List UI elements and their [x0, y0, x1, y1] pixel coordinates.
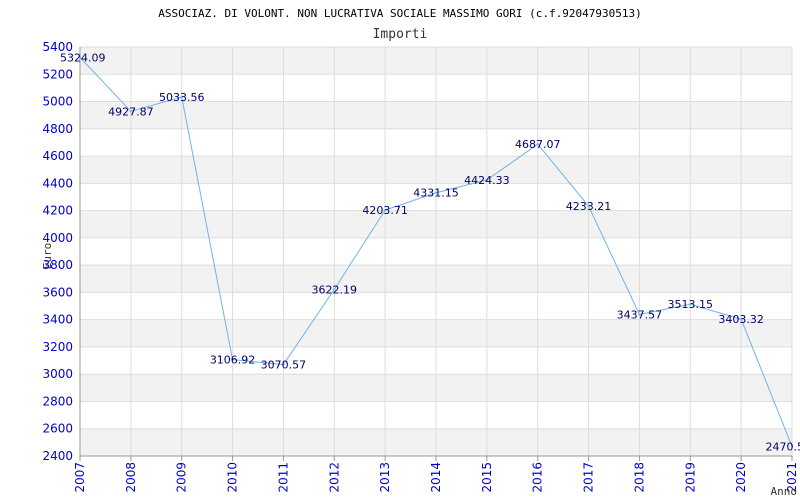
data-label: 2470.5: [766, 440, 800, 453]
x-tick-label: 2010: [226, 462, 240, 493]
x-tick-label: 2014: [429, 462, 443, 493]
x-tick-label: 2011: [276, 462, 290, 493]
data-label: 3106.92: [210, 354, 256, 367]
y-tick-label: 2600: [42, 422, 73, 436]
data-label: 4927.87: [108, 105, 154, 118]
x-tick-label: 2019: [683, 462, 697, 493]
data-label: 4203.71: [362, 204, 408, 217]
data-label: 4331.15: [413, 187, 459, 200]
data-label: 5033.56: [159, 91, 205, 104]
y-tick-label: 4200: [42, 204, 73, 218]
x-tick-label: 2017: [582, 462, 596, 493]
data-label: 3513.15: [668, 298, 714, 311]
line-chart-svg: 5324.094927.875033.563106.92 3070.573622.…: [41, 7, 800, 498]
x-tick-label: 2013: [378, 462, 392, 493]
data-label: 4233.21: [566, 200, 612, 213]
y-tick-label: 2400: [42, 449, 73, 463]
y-tick-label: 3400: [42, 313, 73, 327]
y-tick-label: 2800: [42, 394, 73, 408]
y-tick-label: 3600: [42, 285, 73, 299]
x-tick-label: 2008: [124, 462, 138, 493]
y-tick-label: 4400: [42, 176, 73, 190]
x-tick-label: 2015: [480, 462, 494, 493]
x-tick-label: 2007: [73, 462, 87, 493]
y-tick-label: 5000: [42, 95, 73, 109]
y-tick-label: 5200: [42, 67, 73, 81]
y-axis-label: Euro: [41, 243, 54, 270]
y-tick-label: 3000: [42, 367, 73, 381]
data-label: 3622.19: [312, 283, 358, 296]
data-label: 4687.07: [515, 138, 561, 151]
data-label: 4424.33: [464, 174, 510, 187]
data-label: 3437.57: [617, 309, 663, 322]
x-tick-label: 2020: [734, 462, 748, 493]
x-axis-label: Anno: [771, 485, 798, 498]
chart: 5324.09 4927.87 5033.56 3106.92 3070.57 3622.…: [0, 0, 800, 500]
data-label: 3070.57: [261, 359, 307, 372]
y-tick-label: 5400: [42, 40, 73, 54]
y-tick-label: 4600: [42, 149, 73, 163]
y-tick-label: 3200: [42, 340, 73, 354]
data-label: 3403.32: [718, 313, 764, 326]
x-tick-label: 2016: [531, 462, 545, 493]
chart-title: ASSOCIAZ. DI VOLONT. NON LUCRATIVA SOCIA…: [158, 7, 641, 20]
x-tick-label: 2012: [327, 462, 341, 493]
x-tick-label: 2018: [632, 462, 646, 493]
x-tick-label: 2009: [175, 462, 189, 493]
y-tick-label: 4800: [42, 122, 73, 136]
chart-subtitle: Importi: [373, 27, 428, 42]
